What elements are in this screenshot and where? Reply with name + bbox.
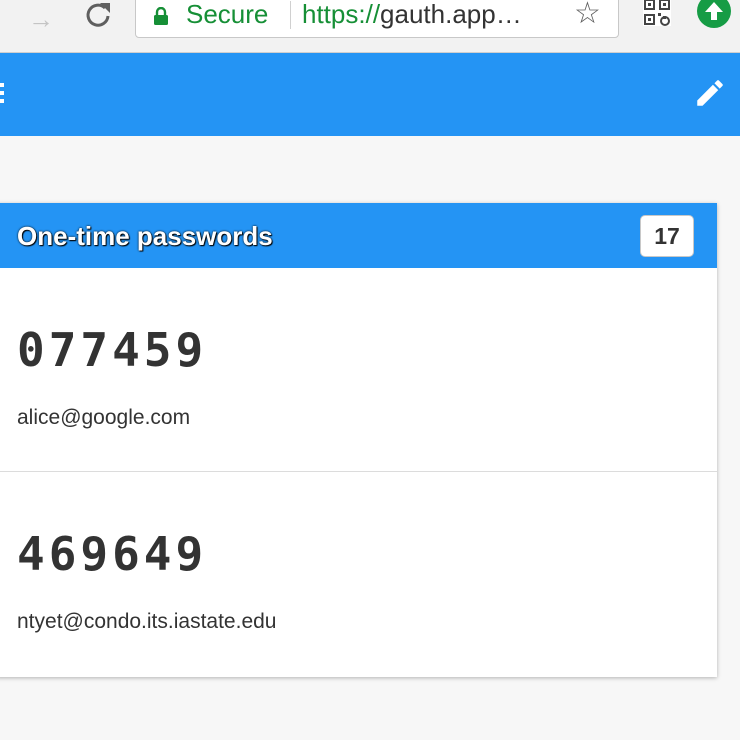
reload-icon[interactable] — [83, 0, 113, 30]
address-bar[interactable]: Secure https://gauth.app… ☆ — [135, 0, 619, 38]
card-header: One-time passwords 17 — [0, 203, 717, 268]
app-toolbar — [0, 53, 740, 136]
lock-icon — [154, 7, 168, 25]
menu-icon[interactable] — [0, 83, 4, 105]
countdown-badge: 17 — [640, 215, 694, 257]
account-label: ntyet@condo.its.iastate.edu — [17, 610, 277, 633]
url-host: gauth.app… — [380, 0, 522, 29]
otp-entry[interactable]: 077459 alice@google.com — [0, 268, 717, 472]
otp-card: One-time passwords 17 077459 alice@googl… — [0, 203, 717, 677]
otp-code: 077459 — [17, 323, 208, 377]
browser-toolbar: → Secure https://gauth.app… ☆ — [0, 0, 740, 53]
otp-entry[interactable]: 469649 ntyet@condo.its.iastate.edu — [0, 472, 717, 676]
forward-arrow-icon[interactable]: → — [28, 6, 54, 32]
bookmark-star-icon[interactable]: ☆ — [574, 0, 601, 29]
account-label: alice@google.com — [17, 406, 191, 429]
omnibox-divider — [290, 1, 291, 29]
url-scheme: https:// — [302, 0, 381, 29]
qr-code-extension-icon[interactable] — [643, 0, 671, 26]
card-title: One-time passwords — [17, 221, 273, 251]
edit-icon[interactable] — [693, 76, 727, 110]
update-extension-button[interactable] — [697, 0, 731, 28]
secure-label: Secure — [186, 0, 269, 29]
otp-code: 469649 — [17, 527, 208, 581]
url-text[interactable]: https://gauth.app… — [302, 0, 522, 30]
update-arrow-icon — [705, 2, 723, 20]
